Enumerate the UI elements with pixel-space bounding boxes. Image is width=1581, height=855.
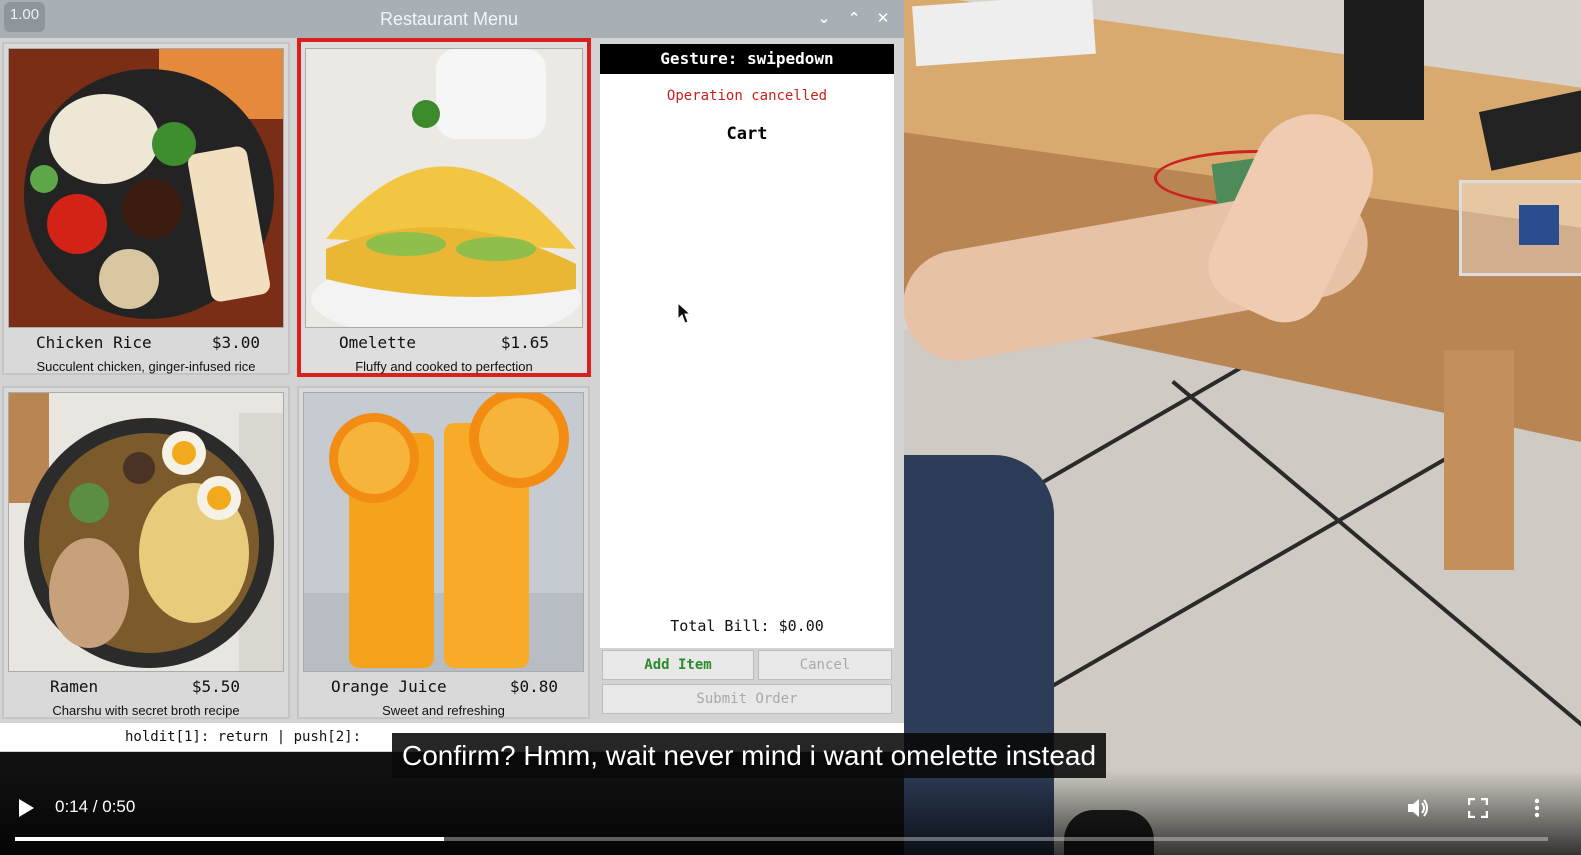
- desk-leg: [1444, 350, 1514, 570]
- window-title: Restaurant Menu: [379, 9, 519, 29]
- minimize-button[interactable]: ⌄: [812, 6, 836, 30]
- camera-footage: [904, 0, 1581, 855]
- close-button[interactable]: ✕: [871, 6, 895, 30]
- item-price: $0.80: [509, 677, 558, 696]
- cart-title: Cart: [726, 124, 768, 144]
- restaurant-menu-window: 1.00 Restaurant Menu ⌄ ⌃ ✕ Chicken Rice …: [0, 0, 904, 752]
- maximize-button[interactable]: ⌃: [842, 6, 866, 30]
- item-price: $5.50: [191, 677, 240, 696]
- more-vert-icon[interactable]: [1532, 798, 1542, 818]
- chicken-rice-image: [8, 48, 284, 328]
- menu-card-chicken-rice[interactable]: Chicken Rice $3.00 Succulent chicken, gi…: [2, 42, 290, 375]
- item-price: $1.65: [500, 333, 549, 352]
- item-description: Sweet and refreshing: [382, 703, 505, 718]
- cart-panel: Gesture: swipedown Operation cancelled C…: [596, 40, 898, 720]
- item-name: Orange Juice: [331, 677, 447, 696]
- omelette-image: [305, 48, 583, 328]
- ramen-image: [8, 392, 284, 672]
- menu-card-ramen[interactable]: Ramen $5.50 Charshu with secret broth re…: [2, 386, 290, 719]
- item-name: Ramen: [50, 677, 99, 696]
- mouse-cursor-icon: [677, 302, 691, 324]
- orange-juice-image: [303, 392, 584, 672]
- computer-tower: [1344, 0, 1424, 120]
- gesture-sensor: [1519, 205, 1559, 245]
- item-description: Charshu with secret broth recipe: [52, 703, 240, 718]
- submit-order-button[interactable]: Submit Order: [602, 684, 892, 714]
- play-icon[interactable]: [17, 798, 35, 818]
- window-titlebar[interactable]: 1.00 Restaurant Menu ⌄ ⌃ ✕: [0, 0, 904, 38]
- cancel-button[interactable]: Cancel: [758, 650, 892, 680]
- item-name: Omelette: [339, 333, 417, 352]
- progress-fill: [15, 837, 445, 841]
- item-name: Chicken Rice: [36, 333, 152, 352]
- fullscreen-icon[interactable]: [1468, 798, 1488, 818]
- cart-area: Gesture: swipedown Operation cancelled C…: [600, 44, 894, 648]
- item-description: Succulent chicken, ginger-infused rice: [36, 359, 256, 374]
- item-price: $3.00: [211, 333, 260, 352]
- hint-text: holdit[1]: return | push[2]:: [125, 729, 362, 745]
- menu-card-orange-juice[interactable]: Orange Juice $0.80 Sweet and refreshing: [297, 386, 590, 719]
- item-description: Fluffy and cooked to perfection: [355, 359, 533, 374]
- video-stage[interactable]: 1.00 Restaurant Menu ⌄ ⌃ ✕ Chicken Rice …: [0, 0, 1581, 855]
- status-message: Operation cancelled: [666, 88, 828, 104]
- total-bill: Total Bill: $0.00: [670, 617, 824, 635]
- menu-card-omelette[interactable]: Omelette $1.65 Fluffy and cooked to perf…: [297, 38, 591, 377]
- video-controls: 0:14 / 0:50: [0, 770, 1581, 855]
- progress-bar[interactable]: [15, 837, 1548, 841]
- add-item-button[interactable]: Add Item: [602, 650, 754, 680]
- gesture-label: Gesture: swipedown: [600, 44, 894, 74]
- volume-icon[interactable]: [1406, 797, 1430, 819]
- time-display: 0:14 / 0:50: [55, 797, 136, 816]
